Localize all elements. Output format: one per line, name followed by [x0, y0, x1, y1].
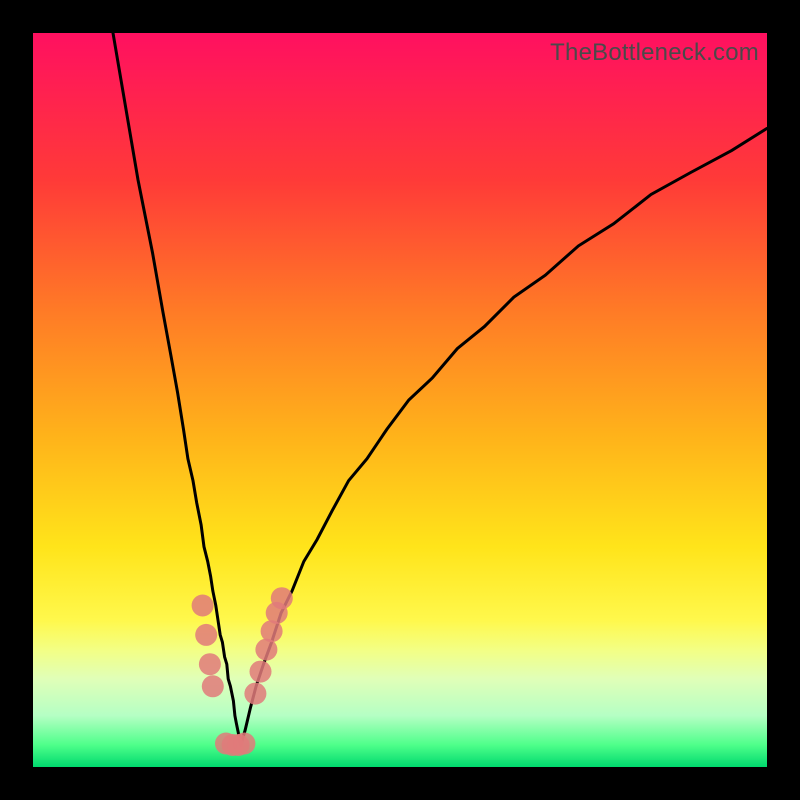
chart-frame: TheBottleneck.com: [0, 0, 800, 800]
marker-dot: [250, 661, 272, 683]
marker-dot: [192, 595, 214, 617]
marker-dot: [244, 683, 266, 705]
chart-svg: [33, 33, 767, 767]
marker-dot: [199, 653, 221, 675]
right-curve: [241, 128, 767, 745]
marker-dot: [202, 675, 224, 697]
marker-dot: [233, 733, 255, 755]
marker-dot: [271, 587, 293, 609]
left-curve: [113, 33, 241, 745]
marker-dot: [195, 624, 217, 646]
chart-plot-area: TheBottleneck.com: [33, 33, 767, 767]
